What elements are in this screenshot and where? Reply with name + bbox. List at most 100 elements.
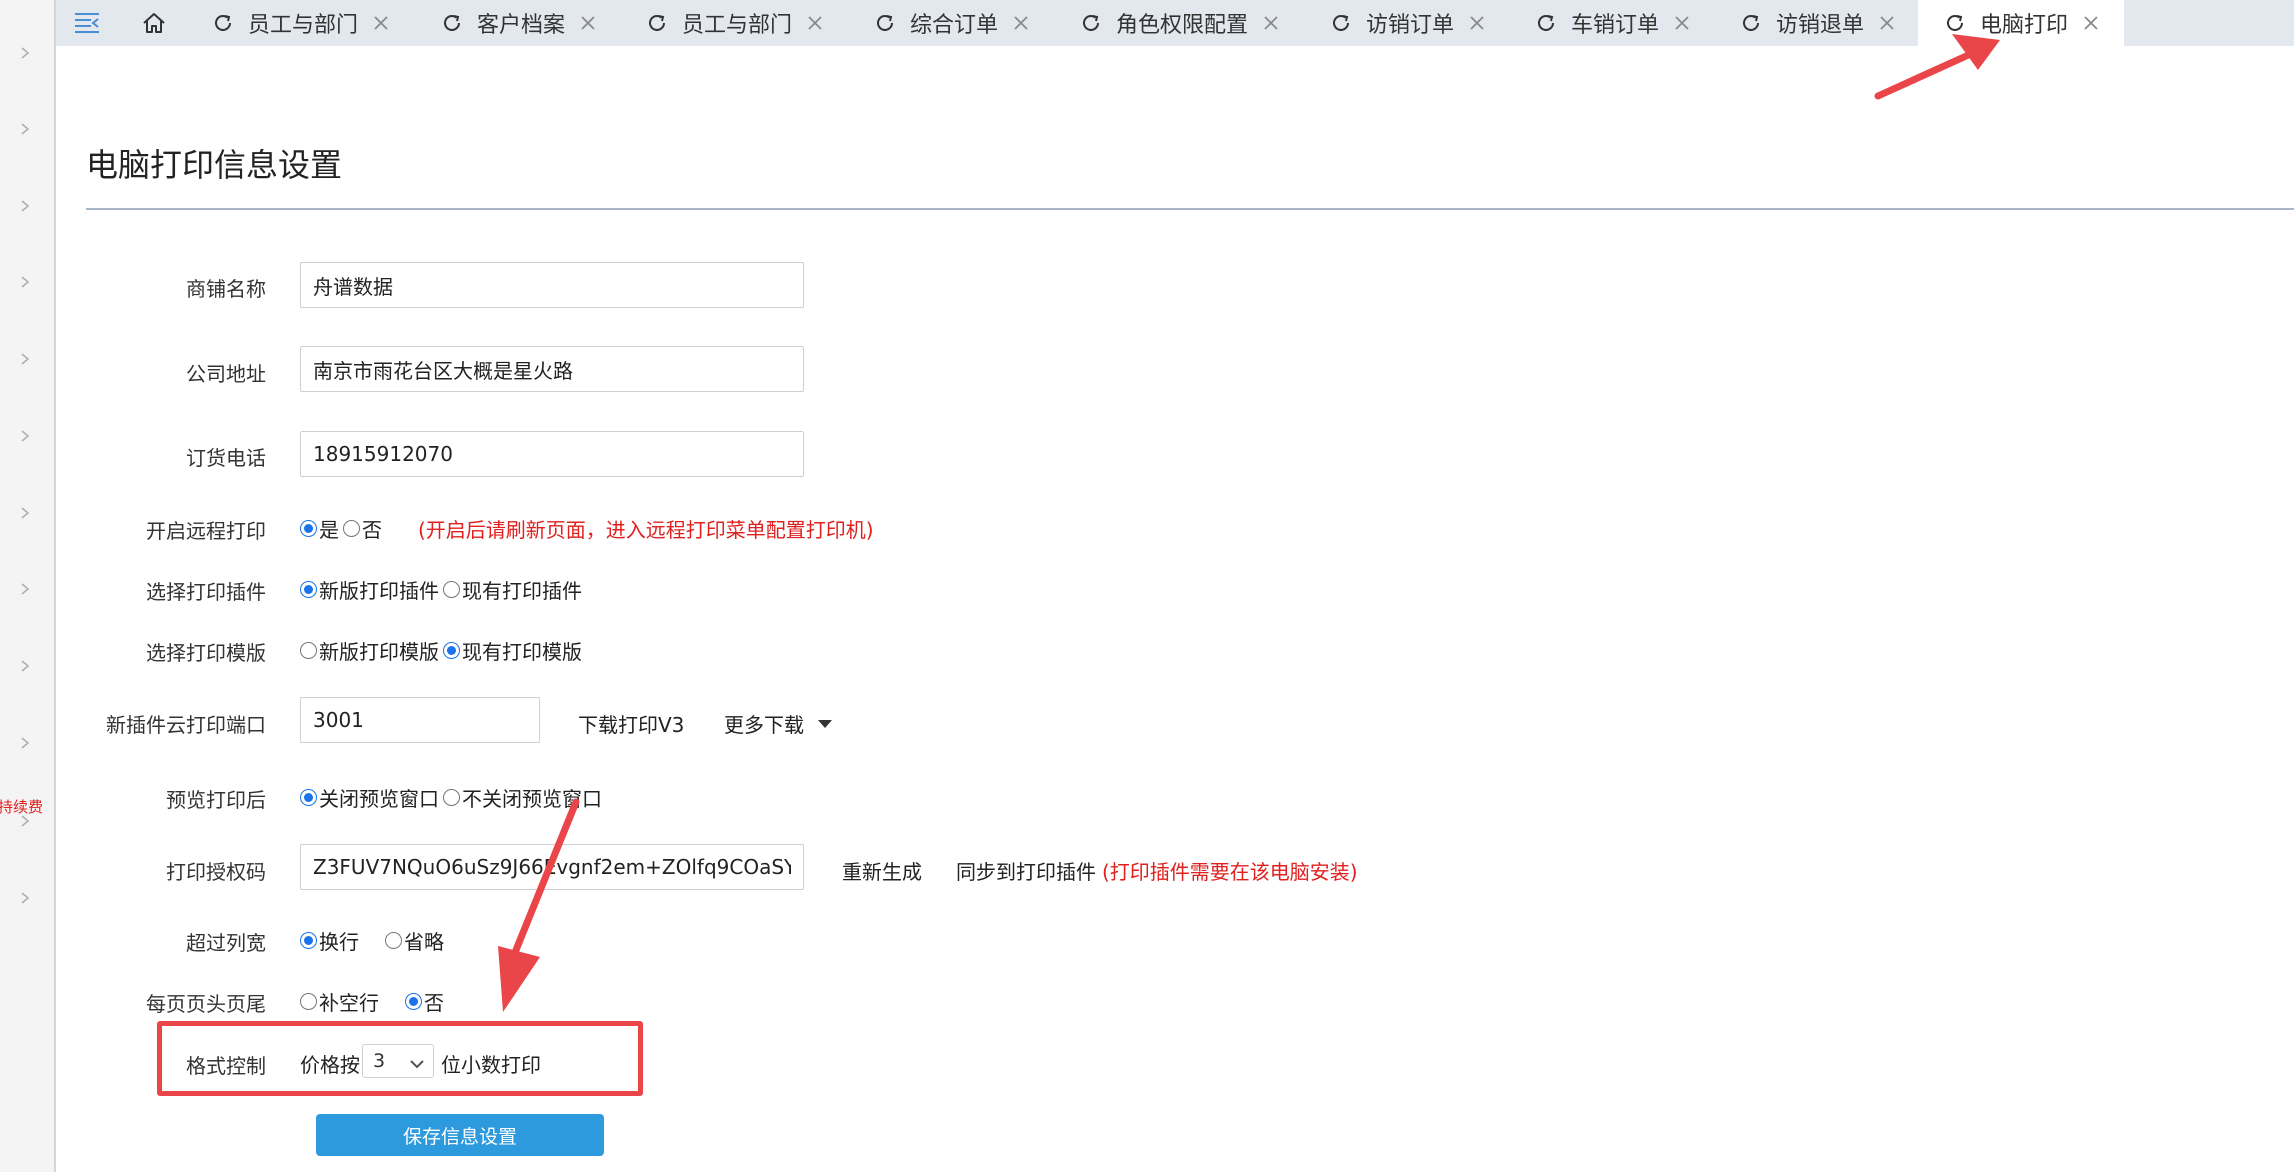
refresh-icon[interactable]	[441, 12, 463, 34]
remote-print-yes-label: 是	[319, 518, 339, 542]
close-icon[interactable]	[1262, 14, 1280, 32]
template-new-label: 新版打印模版	[319, 640, 439, 664]
overflow-options: 换行 省略	[300, 926, 444, 955]
overflow-wrap-label: 换行	[319, 930, 359, 954]
refresh-icon[interactable]	[1740, 12, 1762, 34]
close-icon[interactable]	[806, 14, 824, 32]
sidebar-expand-10-icon[interactable]	[18, 736, 32, 750]
remote-print-options: 是 否 (开启后请刷新页面，进入远程打印菜单配置打印机)	[300, 514, 874, 543]
close-icon[interactable]	[579, 14, 597, 32]
close-icon[interactable]	[1468, 14, 1486, 32]
overflow-omit-label: 省略	[404, 930, 444, 954]
auth-code-note: (打印插件需要在该电脑安装)	[1102, 860, 1358, 884]
phone-input[interactable]	[300, 431, 804, 477]
remote-print-yes-radio[interactable]	[300, 520, 317, 537]
close-icon[interactable]	[1673, 14, 1691, 32]
sidebar-expand-1-icon[interactable]	[18, 46, 32, 60]
save-settings-button[interactable]: 保存信息设置	[316, 1114, 604, 1156]
close-icon[interactable]	[2082, 14, 2100, 32]
plugin-old-radio[interactable]	[443, 581, 460, 598]
header-footer-fill-radio[interactable]	[300, 993, 317, 1010]
refresh-icon[interactable]	[874, 12, 896, 34]
tab-visit-orders[interactable]: 访销订单	[1330, 0, 1486, 46]
regenerate-button[interactable]: 重新生成	[842, 856, 922, 885]
template-old-radio[interactable]	[443, 642, 460, 659]
tab-customer-archive[interactable]: 客户档案	[441, 0, 597, 46]
close-icon[interactable]	[372, 14, 390, 32]
refresh-icon[interactable]	[646, 12, 668, 34]
refresh-icon[interactable]	[1080, 12, 1102, 34]
preview-options: 关闭预览窗口 不关闭预览窗口	[300, 783, 602, 812]
template-new-radio[interactable]	[300, 642, 317, 659]
sidebar-expand-12-icon[interactable]	[18, 891, 32, 905]
plugin-new-radio[interactable]	[300, 581, 317, 598]
tab-label: 客户档案	[477, 13, 566, 38]
address-input[interactable]	[300, 346, 804, 392]
preview-close-radio[interactable]	[300, 789, 317, 806]
tab-label: 访销退单	[1776, 13, 1865, 38]
port-input[interactable]	[300, 697, 540, 743]
auth-code-label: 打印授权码	[166, 860, 266, 884]
sidebar-expand-6-icon[interactable]	[18, 429, 32, 443]
page-title: 电脑打印信息设置	[86, 146, 343, 184]
shop-name-label: 商铺名称	[186, 277, 266, 301]
tab-label: 员工与部门	[248, 13, 359, 38]
refresh-icon[interactable]	[1535, 12, 1557, 34]
tab-pc-print[interactable]: 电脑打印	[1918, 0, 2125, 46]
auth-code-input[interactable]	[300, 844, 804, 890]
plugin-label: 选择打印插件	[146, 580, 266, 604]
remote-print-no-radio[interactable]	[343, 520, 360, 537]
preview-close-label: 关闭预览窗口	[319, 787, 439, 811]
tab-employees-departments[interactable]: 员工与部门	[212, 0, 390, 46]
preview-label: 预览打印后	[166, 788, 266, 812]
sidebar-expand-3-icon[interactable]	[18, 199, 32, 213]
refresh-icon[interactable]	[1330, 12, 1352, 34]
shop-name-input[interactable]	[300, 262, 804, 308]
overflow-wrap-radio[interactable]	[300, 932, 317, 949]
menu-collapse-icon[interactable]	[74, 11, 100, 39]
more-download-label: 更多下载	[724, 713, 804, 737]
annotation-highlight-box	[157, 1021, 643, 1096]
tab-label: 访销订单	[1366, 13, 1455, 38]
tab-combined-orders[interactable]: 综合订单	[874, 0, 1030, 46]
more-download-dropdown[interactable]: 更多下载	[724, 709, 832, 738]
preview-keep-radio[interactable]	[443, 789, 460, 806]
annotation-arrow-format	[498, 798, 580, 1012]
close-icon[interactable]	[1012, 14, 1030, 32]
tab-visit-returns[interactable]: 访销退单	[1740, 0, 1896, 46]
sidebar-expand-2-icon[interactable]	[18, 122, 32, 136]
sync-plugin-button[interactable]: 同步到打印插件	[956, 856, 1096, 885]
plugin-options: 新版打印插件 现有打印插件	[300, 575, 582, 604]
tab-label: 角色权限配置	[1116, 13, 1249, 38]
plugin-new-label: 新版打印插件	[319, 579, 439, 603]
remote-print-no-label: 否	[362, 518, 382, 542]
sync-plugin-row: 同步到打印插件 (打印插件需要在该电脑安装)	[956, 856, 1358, 885]
title-divider	[86, 208, 2294, 210]
template-old-label: 现有打印模版	[462, 640, 582, 664]
home-icon[interactable]	[141, 10, 167, 40]
tab-label: 电脑打印	[1980, 13, 2069, 38]
overflow-label: 超过列宽	[186, 931, 266, 955]
refresh-icon[interactable]	[1944, 12, 1966, 34]
overflow-omit-radio[interactable]	[385, 932, 402, 949]
refresh-icon[interactable]	[212, 12, 234, 34]
address-label: 公司地址	[186, 362, 266, 386]
header-footer-fill-label: 补空行	[319, 991, 379, 1015]
tab-vehicle-orders[interactable]: 车销订单	[1535, 0, 1691, 46]
tab-role-permissions[interactable]: 角色权限配置	[1080, 0, 1280, 46]
caret-down-icon	[818, 719, 832, 728]
remote-print-note: (开启后请刷新页面，进入远程打印菜单配置打印机)	[418, 518, 874, 542]
port-label: 新插件云打印端口	[106, 713, 266, 737]
tab-label: 员工与部门	[682, 13, 793, 38]
template-options: 新版打印模版 现有打印模版	[300, 636, 582, 665]
tab-employees-departments-2[interactable]: 员工与部门	[646, 0, 824, 46]
download-v3-link[interactable]: 下载打印V3	[578, 709, 684, 738]
close-icon[interactable]	[1878, 14, 1896, 32]
tab-label: 综合订单	[910, 13, 999, 38]
preview-keep-label: 不关闭预览窗口	[462, 787, 602, 811]
header-footer-no-radio[interactable]	[405, 993, 422, 1010]
phone-label: 订货电话	[186, 446, 266, 470]
header-footer-options: 补空行 否	[300, 987, 444, 1016]
plugin-old-label: 现有打印插件	[462, 579, 582, 603]
remote-print-label: 开启远程打印	[146, 519, 266, 543]
